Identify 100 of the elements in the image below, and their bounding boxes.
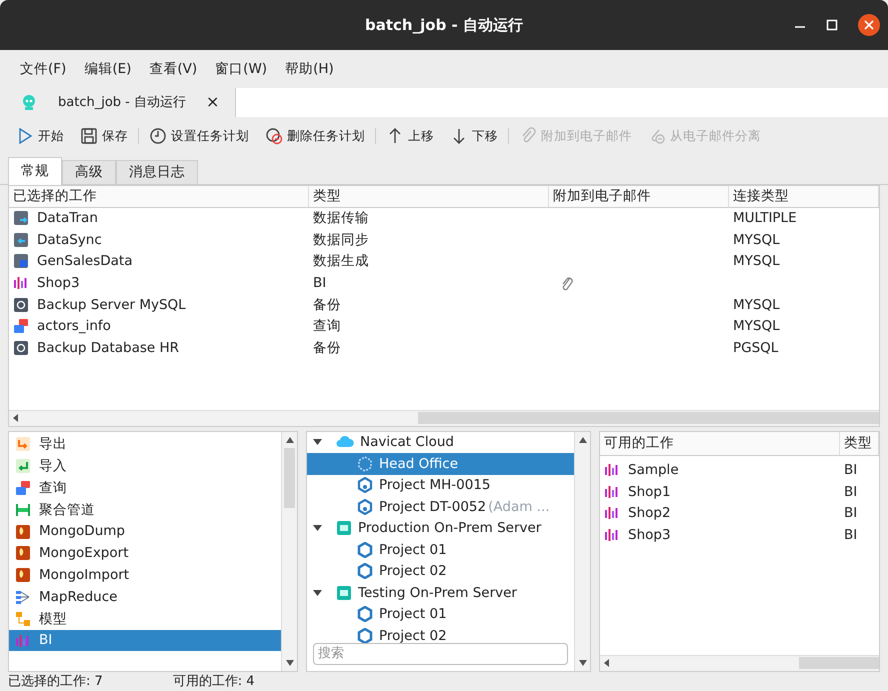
table-cell-text: 数据同步 (312, 230, 370, 250)
tab[interactable]: 高级 (62, 160, 116, 184)
leaf-icon (15, 567, 31, 584)
list-item[interactable]: 聚合管道 (9, 498, 281, 521)
tree-item[interactable]: Project MH-0015 (307, 474, 574, 496)
tree-item[interactable]: Testing On-Prem Server (307, 582, 574, 604)
list-item[interactable]: 导入 (9, 455, 281, 478)
table-cell-text: Sample (628, 461, 679, 480)
query-icon (13, 318, 29, 334)
list-item[interactable]: BI (9, 630, 281, 652)
toolbar-button[interactable]: 上移 (386, 126, 434, 146)
list-item[interactable]: 查询 (9, 477, 281, 499)
clock-remove-icon (265, 127, 283, 146)
status-text: 已选择的工作: 7 (8, 672, 103, 690)
list-item[interactable]: MongoExport (9, 542, 281, 564)
expand-caret-icon[interactable] (313, 439, 322, 446)
table-cell-text: PGSQL (732, 338, 780, 358)
menu-item[interactable]: 窗口(W) (215, 58, 268, 79)
status-text: 可用的工作: 4 (172, 672, 255, 690)
table-cell-text: BI (843, 504, 858, 524)
leaf-icon (15, 524, 31, 540)
list-item[interactable]: 导出 (9, 434, 281, 456)
tree-item[interactable]: Project 01 (307, 539, 574, 560)
close-icon[interactable] (858, 14, 880, 36)
table-cell-text: BI (843, 482, 858, 502)
tree-item[interactable]: Project 01 (307, 604, 574, 625)
table-cell-text: BI (843, 461, 858, 480)
table-cell-text: 数据传输 (312, 209, 370, 228)
branch-icon (15, 588, 31, 605)
table-cell-text: GenSalesData (37, 252, 132, 272)
toolbar-button[interactable]: 删除任务计划 (265, 126, 365, 146)
table-cell-text: MYSQL (732, 230, 781, 250)
robot-icon (20, 93, 38, 112)
toolbar-button[interactable]: 下移 (450, 126, 498, 146)
list-item[interactable]: MapReduce (9, 586, 281, 608)
list-item[interactable]: MongoImport (9, 564, 281, 586)
toolbar-button[interactable]: 开始 (16, 126, 64, 146)
tab[interactable]: 消息日志 (116, 160, 198, 184)
hexagon-people-icon (357, 477, 373, 494)
hexagon-icon (357, 628, 373, 642)
table-cell-text: 备份 (312, 296, 342, 315)
tree-item[interactable]: Project DT-0052(Adam ... (307, 496, 574, 518)
bar-chart-icon (604, 505, 620, 522)
table-cell-text: Shop2 (628, 504, 671, 524)
hexagon-icon (357, 542, 373, 558)
tab-close-button[interactable]: × (206, 90, 220, 114)
scrollbar-thumb[interactable] (418, 412, 879, 424)
bar-chart-icon (604, 527, 620, 544)
pipeline-icon (15, 502, 31, 518)
table-cell-text: actors_info (37, 317, 111, 336)
bar-chart-icon (604, 484, 620, 500)
toolbar-button[interactable]: 设置任务计划 (149, 126, 249, 146)
column-header: 连接类型 (729, 186, 879, 206)
save-icon (80, 127, 98, 146)
column-header: 附加到电子邮件 (549, 186, 729, 206)
table-cell-text: 备份 (312, 338, 342, 358)
table-cell-text: 数据生成 (312, 252, 370, 272)
hexagon-icon (357, 456, 373, 472)
leaf-icon (15, 545, 31, 562)
tree-item[interactable]: Production On-Prem Server (307, 518, 574, 539)
search-field[interactable]: 搜索 (313, 642, 568, 664)
menu-item[interactable]: 帮助(H) (285, 58, 334, 79)
table-cell-text: MULTIPLE (732, 209, 798, 228)
table-cell-text: MYSQL (732, 317, 781, 336)
table-cell-text: Backup Database HR (37, 338, 180, 358)
table-cell-text: MYSQL (732, 252, 781, 272)
server-icon (336, 520, 352, 536)
column-header: 类型 (840, 432, 879, 454)
menu-item[interactable]: 编辑(E) (84, 58, 132, 79)
query-icon (15, 480, 31, 496)
tab[interactable]: 常规 (8, 156, 62, 184)
hexagon-people-icon (357, 498, 373, 515)
hexagon-icon (357, 606, 373, 622)
table-cell-text: DataSync (37, 230, 102, 250)
tree-item[interactable]: Head Office (307, 453, 574, 474)
table-cell-text: DataTran (37, 209, 98, 228)
scrollbar-thumb[interactable] (799, 657, 879, 669)
table-cell-text: BI (843, 526, 858, 545)
table-cell-text: MYSQL (732, 296, 781, 315)
model-icon (15, 610, 31, 627)
table-cell-text: Shop1 (628, 482, 671, 502)
list-item[interactable]: MongoDump (9, 520, 281, 542)
tree-item[interactable]: Project 02 (307, 625, 574, 642)
menu-item[interactable]: 文件(F) (20, 58, 66, 79)
hexagon-icon (357, 563, 373, 580)
document-tab[interactable]: batch_job - 自动运行 (58, 92, 186, 112)
bar-chart-icon (604, 462, 620, 478)
bar-chart-icon (15, 632, 31, 649)
expand-caret-icon[interactable] (313, 525, 322, 532)
table-cell-text: Shop3 (37, 274, 80, 293)
tree-item[interactable]: Project 02 (307, 560, 574, 582)
tree-item[interactable]: Navicat Cloud (307, 432, 574, 453)
toolbar-button[interactable]: 保存 (80, 126, 128, 146)
clock-icon (149, 127, 167, 146)
menu-item[interactable]: 查看(V) (149, 58, 198, 79)
maximize-icon[interactable] (826, 19, 838, 31)
expand-caret-icon[interactable] (313, 590, 322, 596)
list-item[interactable]: 模型 (9, 608, 281, 630)
scrollbar-thumb[interactable] (284, 448, 295, 508)
export-icon (15, 436, 31, 452)
